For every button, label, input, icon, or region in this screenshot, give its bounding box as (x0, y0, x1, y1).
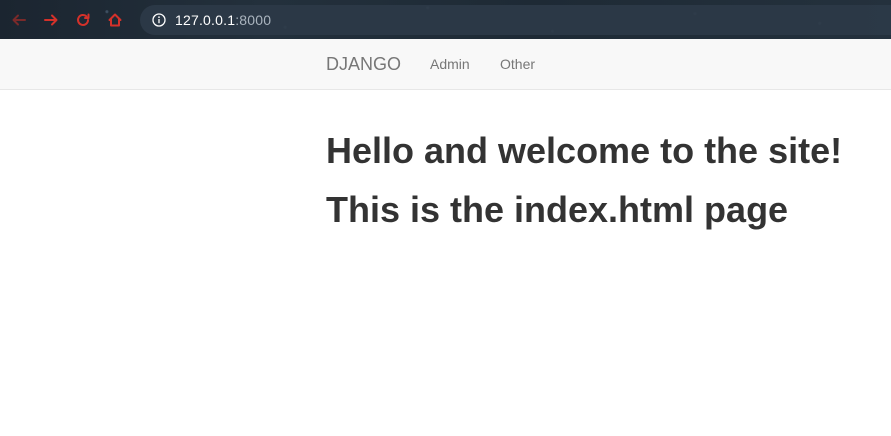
nav-link-admin[interactable]: Admin (430, 39, 470, 89)
browser-nav-controls (10, 9, 124, 31)
arrow-right-icon (44, 14, 58, 26)
url-port: :8000 (235, 12, 272, 28)
site-info-icon[interactable] (152, 13, 166, 27)
browser-toolbar: 127.0.0.1:8000 (0, 0, 891, 39)
reload-button[interactable] (74, 11, 92, 29)
home-icon (108, 13, 122, 27)
url-text[interactable]: 127.0.0.1:8000 (175, 12, 271, 28)
back-button[interactable] (10, 11, 28, 29)
site-navbar: DJANGO Admin Other (0, 39, 891, 90)
navbar-brand-link[interactable]: DJANGO (326, 39, 401, 89)
address-bar[interactable]: 127.0.0.1:8000 (140, 5, 891, 35)
home-button[interactable] (106, 11, 124, 29)
arrow-left-icon (12, 14, 26, 26)
nav-link-other[interactable]: Other (500, 39, 535, 89)
url-host: 127.0.0.1 (175, 12, 236, 28)
page-subheading: This is the index.html page (326, 189, 789, 230)
reload-icon (77, 13, 90, 26)
page-heading: Hello and welcome to the site! (326, 130, 843, 171)
forward-button[interactable] (42, 11, 60, 29)
